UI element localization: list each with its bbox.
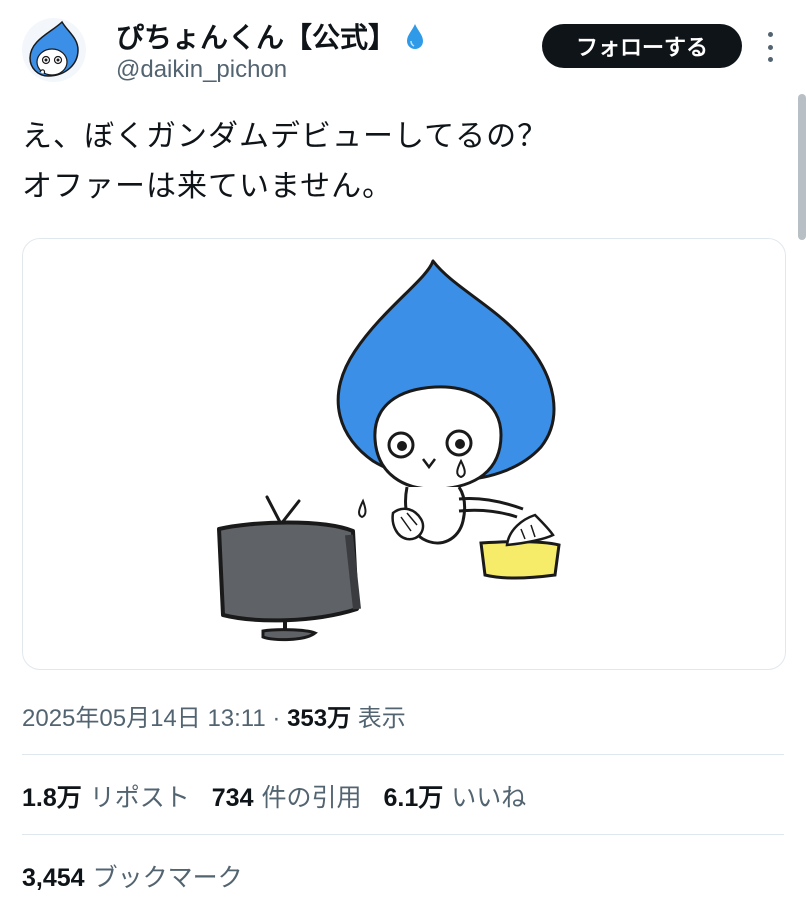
pichon-watching-tv-illustration: [217, 259, 561, 642]
water-drop-icon: [407, 24, 424, 49]
author-avatar[interactable]: [22, 18, 86, 82]
quotes-label: 件の引用: [261, 783, 362, 812]
display-name[interactable]: ぴちょんくん【公式】: [116, 16, 396, 56]
pichon-avatar-icon: [29, 20, 79, 77]
engagement-stats: 1.8万 リポスト 734 件の引用 6.1万 いいね: [22, 778, 526, 814]
author-handle[interactable]: @daikin_pichon: [116, 56, 287, 84]
more-options-icon[interactable]: [760, 32, 780, 62]
scrollbar[interactable]: [798, 94, 806, 240]
views-count: 353万: [287, 705, 352, 732]
reposts-count: 1.8万: [22, 784, 82, 812]
author-name[interactable]: ぴちょんくん【公式】: [116, 16, 426, 56]
quotes-count: 734: [211, 784, 254, 812]
reposts-stat[interactable]: 1.8万 リポスト: [22, 778, 190, 814]
tweet-meta: 2025年05月14日 13:11 · 353万 表示: [22, 698, 406, 733]
bookmarks-count: 3,454: [22, 864, 85, 892]
tweet-text: え、ぼくガンダムデビューしてるの？ オファーは来ていません。: [22, 112, 762, 212]
tweet-line: え、ぼくガンダムデビューしてるの？: [22, 119, 549, 154]
tweet-datetime[interactable]: 2025年05月14日 13:11: [22, 705, 266, 732]
bookmarks-label: ブックマーク: [92, 863, 243, 892]
bookmarks-stat[interactable]: 3,454 ブックマーク: [22, 858, 243, 894]
tweet-line: オファーは来ていません。: [22, 169, 394, 204]
divider: [22, 834, 784, 835]
views-label: 表示: [357, 705, 406, 732]
tweet-media-image[interactable]: [22, 238, 786, 670]
meta-separator: ·: [272, 705, 281, 732]
likes-label: いいね: [451, 783, 527, 812]
likes-count: 6.1万: [383, 784, 444, 812]
follow-button[interactable]: フォローする: [542, 24, 742, 68]
reposts-label: リポスト: [89, 783, 190, 812]
likes-stat[interactable]: 6.1万 いいね: [384, 778, 527, 814]
quotes-stat[interactable]: 734 件の引用: [212, 778, 362, 814]
divider: [22, 754, 784, 755]
